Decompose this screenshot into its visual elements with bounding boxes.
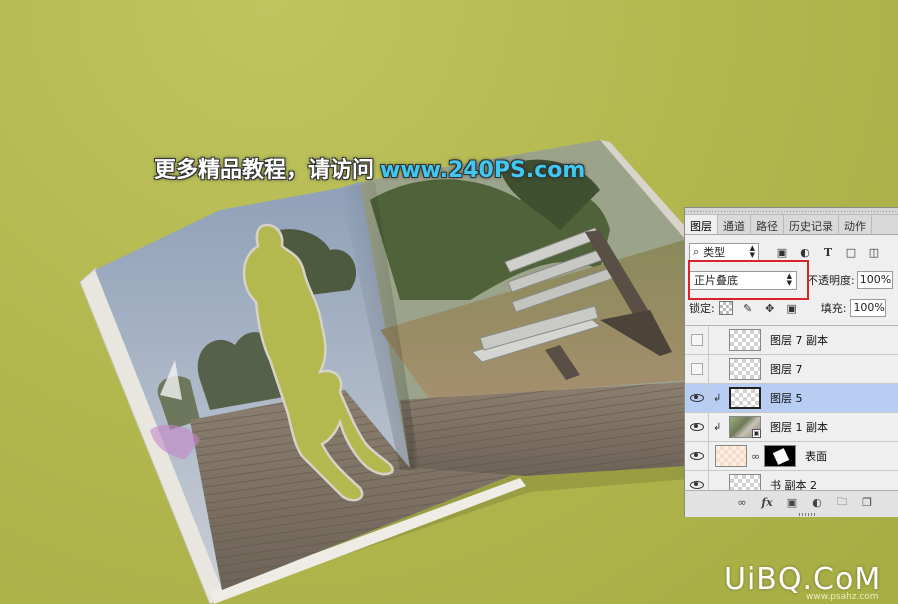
fill-label: 填充: <box>820 302 847 315</box>
shape-filter-icon[interactable]: □ <box>844 245 858 259</box>
clipping-arrow-icon: ↲ <box>713 392 722 404</box>
hidden-eye-placeholder <box>690 334 703 346</box>
layer-thumbnail <box>729 329 761 351</box>
tab-channels[interactable]: 通道 <box>718 215 751 234</box>
link-chain-icon[interactable]: ∞ <box>751 450 760 463</box>
chevron-updown-icon: ▲ ▼ <box>749 244 755 259</box>
smart-object-filter-icon[interactable]: ◫ <box>867 245 881 259</box>
tab-paths[interactable]: 路径 <box>751 215 784 234</box>
tab-actions[interactable]: 动作 <box>839 215 872 234</box>
tutorial-watermark: 更多精品教程，请访问 www.240PS.com <box>154 152 585 184</box>
lock-label: 锁定: <box>689 302 715 315</box>
layer-thumbnail <box>729 387 761 409</box>
layers-bottom-toolbar: ∞ fx ▣ ◐ 🗀 ❐ <box>685 490 898 517</box>
filter-icon-group: ▣ ◐ T □ ◫ <box>775 245 881 259</box>
adjustment-layer-icon[interactable]: ◐ <box>810 495 824 509</box>
adjustment-filter-icon[interactable]: ◐ <box>798 245 812 259</box>
layer-row[interactable]: 图层 7 <box>685 354 898 384</box>
layer-thumbnail <box>729 358 761 380</box>
link-layers-icon[interactable]: ∞ <box>735 495 749 509</box>
hidden-eye-placeholder <box>690 363 703 375</box>
lock-pixels-brush-icon[interactable]: ✎ <box>741 301 755 315</box>
eye-icon <box>689 394 704 402</box>
image-filter-icon[interactable]: ▣ <box>775 245 789 259</box>
layer-thumbnail <box>715 445 747 467</box>
layer-row[interactable]: ∞ 表面 <box>685 441 898 471</box>
layer-name: 图层 7 副本 <box>770 334 828 347</box>
eye-icon <box>689 452 704 460</box>
eye-icon <box>689 423 704 431</box>
fill-input[interactable]: 100% <box>850 299 887 317</box>
watermark-text: 更多精品教程，请访问 <box>154 158 375 183</box>
site-logo-subtext: www.psahz.com <box>806 592 879 602</box>
new-layer-icon[interactable]: ❐ <box>860 495 874 509</box>
smart-object-badge-icon: ▣ <box>752 429 761 438</box>
lock-row: 锁定: ✎ ✥ ▣ 填充: 100% <box>689 298 898 318</box>
clipping-arrow-icon: ↲ <box>713 421 722 433</box>
layer-row[interactable]: 图层 7 副本 <box>685 326 898 355</box>
type-filter-icon[interactable]: T <box>821 245 835 259</box>
layer-row[interactable]: ↲ ▣ 图层 1 副本 <box>685 412 898 442</box>
opacity-label: 不透明度: <box>807 274 855 287</box>
visibility-toggle[interactable] <box>685 354 709 384</box>
search-icon: ⌕ <box>693 245 700 258</box>
layer-mask-thumbnail[interactable] <box>764 445 797 467</box>
lock-all-icon[interactable]: ▣ <box>785 301 799 315</box>
eye-icon <box>689 481 704 489</box>
smart-object-thumbnail: ▣ <box>729 416 761 438</box>
visibility-toggle[interactable] <box>685 326 709 355</box>
layer-name: 表面 <box>805 450 828 463</box>
visibility-toggle[interactable] <box>685 441 709 471</box>
panel-grip[interactable] <box>685 208 898 215</box>
tab-history[interactable]: 历史记录 <box>784 215 839 234</box>
watermark-url: www.240PS.com <box>380 158 586 183</box>
lock-position-move-icon[interactable]: ✥ <box>763 301 777 315</box>
bottom-icon-group: ∞ fx ▣ ◐ 🗀 ❐ <box>735 495 874 509</box>
blend-mode-dropdown[interactable]: 正片叠底 ▲ ▼ <box>689 270 797 290</box>
lock-transparency-icon[interactable] <box>718 301 733 315</box>
visibility-toggle[interactable] <box>685 412 709 442</box>
layer-name: 图层 7 <box>770 363 803 376</box>
blend-row: 正片叠底 ▲ ▼ 不透明度: 100% <box>689 269 898 291</box>
resize-grip[interactable] <box>799 513 817 516</box>
visibility-toggle[interactable] <box>685 383 709 413</box>
layers-panel: 图层 通道 路径 历史记录 动作 ⌕ 类型 ▲ ▼ ▣ ◐ T □ ◫ 正片叠底 … <box>684 207 898 517</box>
layer-list: 图层 7 副本 图层 7 ↲ 图层 5 ↲ ▣ 图层 1 副本 ∞ 表面 书 副… <box>685 325 898 493</box>
layer-name: 图层 1 副本 <box>770 421 828 434</box>
lock-icon-group: ✎ ✥ ▣ <box>718 301 799 315</box>
panel-tabs: 图层 通道 路径 历史记录 动作 <box>685 215 898 235</box>
layer-name: 图层 5 <box>770 392 803 405</box>
new-group-folder-icon[interactable]: 🗀 <box>835 495 849 509</box>
opacity-input[interactable]: 100% <box>856 271 893 289</box>
layer-filter-dropdown[interactable]: ⌕ 类型 ▲ ▼ <box>689 242 759 262</box>
blend-mode-value: 正片叠底 <box>694 274 738 287</box>
tab-layers[interactable]: 图层 <box>685 215 718 234</box>
add-mask-icon[interactable]: ▣ <box>785 495 799 509</box>
layer-filter-label: 类型 <box>703 246 726 259</box>
layer-filter-row: ⌕ 类型 ▲ ▼ ▣ ◐ T □ ◫ <box>689 241 898 263</box>
fx-effects-icon[interactable]: fx <box>760 495 774 509</box>
layer-row-selected[interactable]: ↲ 图层 5 <box>685 383 898 413</box>
chevron-updown-icon: ▲ ▼ <box>786 272 792 287</box>
